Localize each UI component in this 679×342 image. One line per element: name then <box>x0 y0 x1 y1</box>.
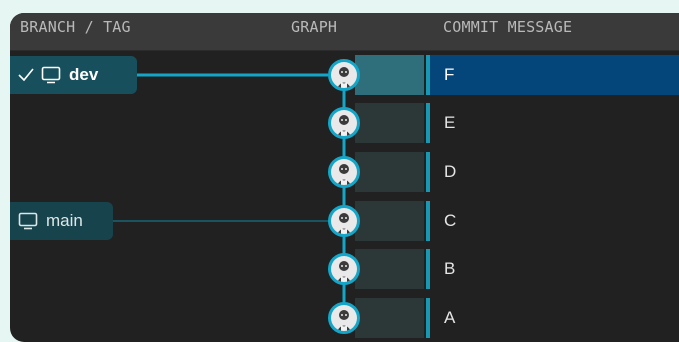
row-marker <box>426 249 430 289</box>
commit-node-f[interactable] <box>328 59 360 91</box>
avatar-icon <box>331 62 357 88</box>
commit-message-c[interactable]: C <box>444 201 504 241</box>
commit-message-b[interactable]: B <box>444 249 504 289</box>
row-marker <box>426 201 430 241</box>
row-marker <box>426 103 430 143</box>
check-icon <box>18 68 34 82</box>
avatar-icon <box>331 110 357 136</box>
row-marker <box>426 152 430 192</box>
branch-name-main: main <box>46 211 83 230</box>
avatar-icon <box>331 305 357 331</box>
commit-node-d[interactable] <box>328 156 360 188</box>
commit-message-a[interactable]: A <box>444 298 504 338</box>
commit-node-e[interactable] <box>328 107 360 139</box>
avatar-icon <box>331 159 357 185</box>
commit-message-f[interactable]: F <box>444 55 504 95</box>
commit-node-a[interactable] <box>328 302 360 334</box>
commit-node-c[interactable] <box>328 205 360 237</box>
commit-message-e[interactable]: E <box>444 103 504 143</box>
monitor-icon <box>41 66 61 84</box>
commit-message-d[interactable]: D <box>444 152 504 192</box>
commit-graph-panel: BRANCH / TAG GRAPH COMMIT MESSAGE F E D … <box>10 13 679 342</box>
avatar-icon <box>331 208 357 234</box>
row-marker <box>426 55 430 95</box>
branch-name-dev: dev <box>69 65 99 84</box>
branch-pill-main[interactable]: main <box>10 202 113 240</box>
commit-node-b[interactable] <box>328 253 360 285</box>
monitor-icon <box>18 212 38 230</box>
branch-pill-dev[interactable]: dev <box>10 56 137 94</box>
avatar-icon <box>331 256 357 282</box>
row-marker <box>426 298 430 338</box>
